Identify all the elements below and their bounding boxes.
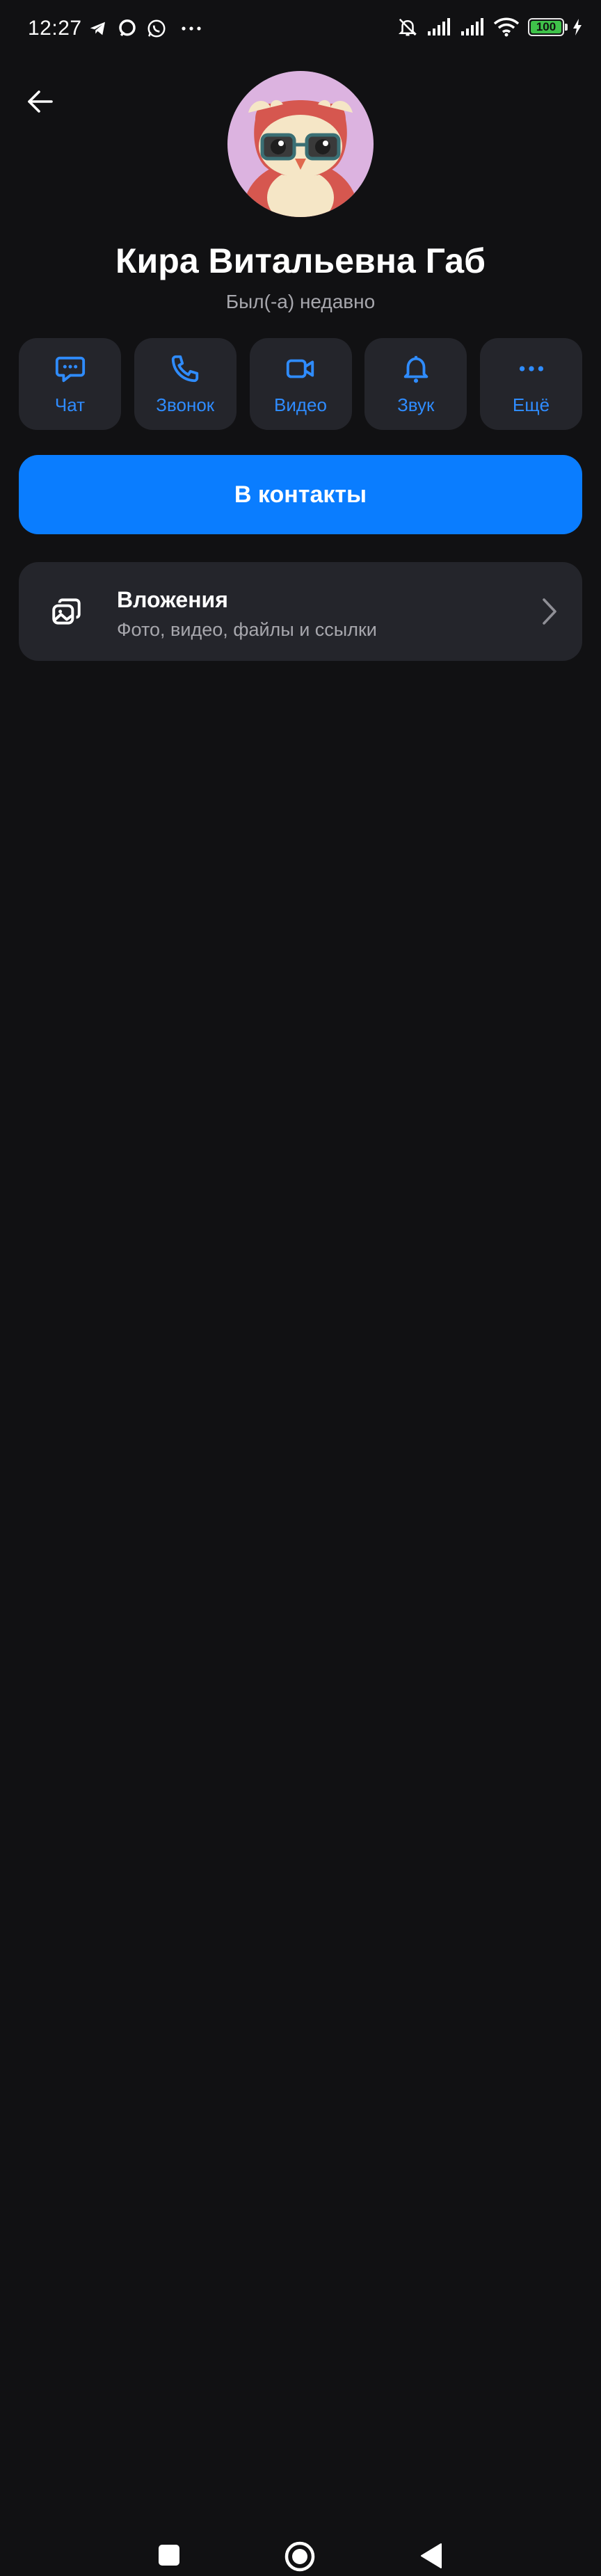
triangle-back-icon [421,2543,442,2568]
video-label: Видео [274,394,327,415]
more-dots-icon [181,25,202,32]
more-label: Ещё [512,394,550,415]
recent-apps-button[interactable] [157,2543,181,2570]
sound-button[interactable]: Звук [364,338,467,430]
wifi-icon [493,17,520,37]
video-button[interactable]: Видео [249,338,352,430]
chat-button[interactable]: Чат [19,338,121,430]
attachments-subtitle: Фото, видео, файлы и ссылки [117,619,377,640]
bell-icon [400,353,432,385]
charging-icon [572,18,583,36]
system-navigation-bar [0,1259,601,2572]
home-button[interactable] [284,2541,316,2576]
call-button[interactable]: Звонок [134,338,237,430]
back-nav-button[interactable] [419,2542,444,2573]
action-buttons: Чат Звонок Видео Звук Ещё [19,338,582,430]
chevron-right-icon [540,597,559,630]
battery-icon: 100 [528,18,568,36]
sound-label: Звук [397,394,435,415]
gallery-icon [49,594,84,632]
add-to-contacts-button[interactable]: В контакты [19,455,582,534]
signal-icon [460,17,485,37]
home-circle-icon [285,2541,315,2572]
signal-icon [426,17,451,37]
bell-off-icon [397,17,418,38]
chat-label: Чат [54,394,86,415]
attachments-title: Вложения [117,587,228,612]
call-label: Звонок [156,394,215,415]
notification-icons [88,18,202,39]
chat-bubble-icon [117,18,138,39]
more-icon [515,353,547,385]
whatsapp-icon [146,18,167,39]
more-button[interactable]: Ещё [480,338,582,430]
back-button[interactable] [24,85,57,118]
last-seen-status: Был(-а) недавно [225,291,376,312]
square-icon [159,2545,179,2566]
video-icon [285,353,316,385]
chat-icon [54,353,86,385]
status-bar: 12:27 100 [0,0,601,60]
telegram-icon [88,18,109,39]
status-time: 12:27 [28,17,82,40]
owl-avatar-image [243,99,358,217]
phone-icon [169,353,201,385]
attachments-row[interactable]: Вложения Фото, видео, файлы и ссылки [19,562,582,661]
arrow-left-icon [28,90,53,113]
avatar[interactable] [227,71,374,217]
contact-name: Кира Витальевна Габ [115,241,486,280]
battery-level: 100 [536,20,556,33]
system-status-icons: 100 [397,17,583,38]
